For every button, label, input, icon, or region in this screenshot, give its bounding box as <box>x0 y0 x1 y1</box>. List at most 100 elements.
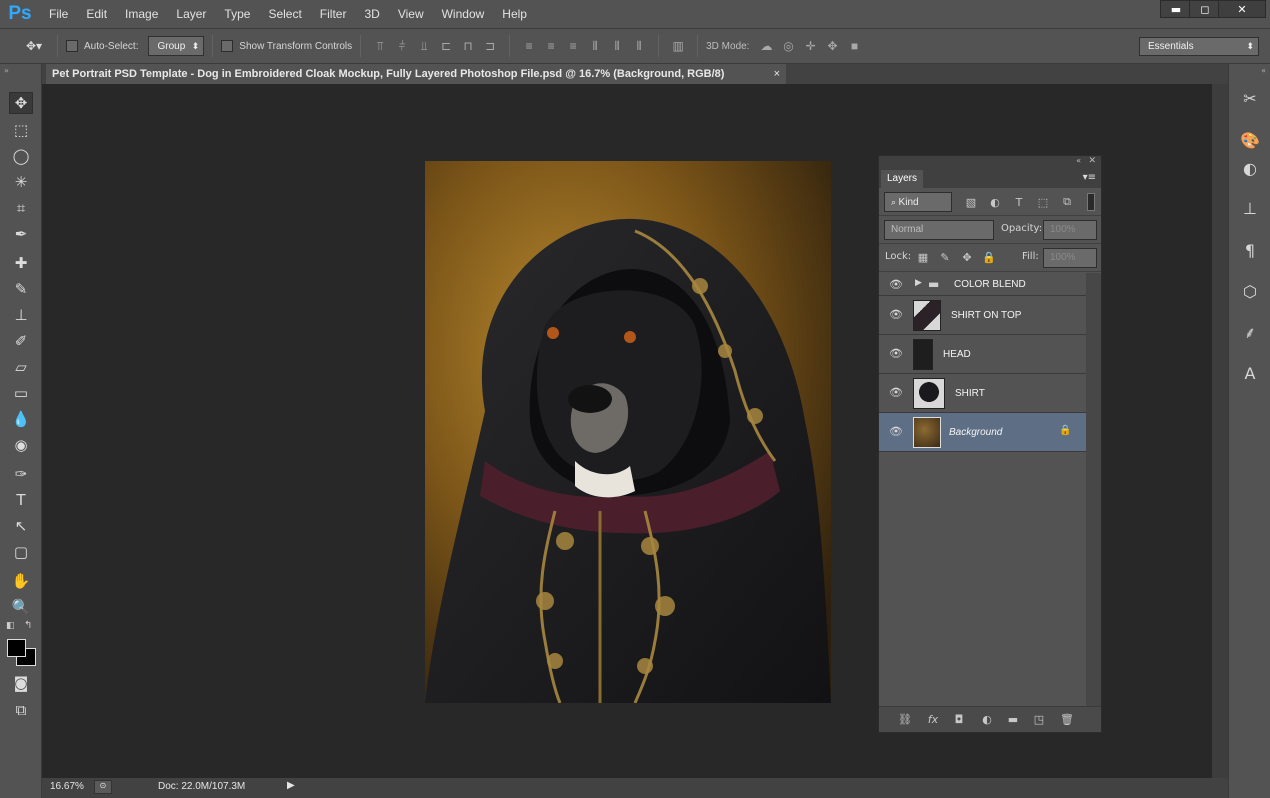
panel-menu-icon[interactable]: ▾≡ <box>1083 172 1096 183</box>
layer-row-shirt-on-top[interactable]: 👁 SHIRT ON TOP <box>879 296 1086 335</box>
history-brush-tool-icon[interactable]: ✐ <box>9 330 33 352</box>
crop-tool-icon[interactable]: ⌗ <box>9 197 33 219</box>
distribute-vcenter-icon[interactable]: ≡ <box>543 39 559 53</box>
group-expand-icon[interactable]: ▶ <box>915 278 922 288</box>
layer-row-background[interactable]: 👁 Background 🔒 <box>879 413 1086 452</box>
menu-type[interactable]: Type <box>215 0 259 28</box>
new-group-icon[interactable]: ▬ <box>1005 712 1021 726</box>
marquee-tool-icon[interactable]: ⬚ <box>9 119 33 141</box>
3d-pan-icon[interactable]: ✛ <box>802 39 818 53</box>
align-right-icon[interactable]: ⊐ <box>482 39 498 53</box>
fx-icon[interactable]: fx <box>925 712 941 726</box>
layers-scrollbar[interactable] <box>1086 273 1101 708</box>
blend-mode-dropdown[interactable]: Normal <box>884 220 994 240</box>
document-tab[interactable]: Pet Portrait PSD Template - Dog in Embro… <box>46 64 786 84</box>
new-layer-icon[interactable]: ◳ <box>1031 712 1047 726</box>
opacity-field[interactable]: 100% <box>1043 220 1097 240</box>
collapse-icon[interactable]: » <box>4 66 9 75</box>
visibility-eye-icon[interactable]: 👁 <box>889 347 903 361</box>
show-transform-checkbox[interactable] <box>221 40 234 52</box>
menu-image[interactable]: Image <box>116 0 167 28</box>
link-layers-icon[interactable]: ⛓ <box>897 712 913 726</box>
distribute-top-icon[interactable]: ≡ <box>521 39 537 53</box>
magic-wand-tool-icon[interactable]: ✳ <box>9 171 33 193</box>
clone-stamp-tool-icon[interactable]: ⊥ <box>9 304 33 326</box>
align-hcenter-icon[interactable]: ⊓ <box>460 39 476 53</box>
align-vcenter-icon[interactable]: ⫩ <box>394 39 410 53</box>
dodge-tool-icon[interactable]: ◉ <box>9 434 33 456</box>
share-icon[interactable]: ⊙ <box>94 780 112 794</box>
filter-pixel-icon[interactable]: ▧ <box>963 195 979 209</box>
3d-scale-icon[interactable]: ■ <box>846 39 862 53</box>
collapse-panel-icon[interactable]: « <box>1076 156 1081 165</box>
menu-select[interactable]: Select <box>259 0 310 28</box>
menu-filter[interactable]: Filter <box>311 0 356 28</box>
new-adjustment-icon[interactable]: ◐ <box>979 712 995 726</box>
menu-3d[interactable]: 3D <box>355 0 388 28</box>
lock-transparent-icon[interactable]: ▦ <box>915 250 931 264</box>
healing-brush-tool-icon[interactable]: ✚ <box>9 252 33 274</box>
layer-row-color-blend[interactable]: 👁 ▶ ▬ COLOR BLEND <box>879 273 1086 296</box>
gradient-tool-icon[interactable]: ▭ <box>9 382 33 404</box>
menu-window[interactable]: Window <box>433 0 494 28</box>
maximize-button[interactable]: ◻ <box>1189 0 1221 18</box>
blur-tool-icon[interactable]: 💧 <box>9 408 33 430</box>
visibility-eye-icon[interactable]: 👁 <box>889 425 903 439</box>
zoom-tool-icon[interactable]: 🔍 <box>9 596 33 618</box>
eyedropper-tool-icon[interactable]: ✒ <box>9 223 33 245</box>
clone-source-icon[interactable]: ⊥ <box>1238 196 1262 220</box>
lock-image-icon[interactable]: ✎ <box>937 250 953 264</box>
filter-kind-dropdown[interactable]: ⌕ Kind <box>884 192 952 212</box>
lasso-tool-icon[interactable]: ◯ <box>9 145 33 167</box>
filter-shape-icon[interactable]: ⬚ <box>1035 195 1051 209</box>
adjustments-icon[interactable]: ◐ <box>1238 156 1262 180</box>
menu-help[interactable]: Help <box>493 0 536 28</box>
screen-mode-icon[interactable]: ⧉ <box>9 699 33 721</box>
layer-row-shirt[interactable]: 👁 SHIRT <box>879 374 1086 413</box>
distribute-left-icon[interactable]: ⦀ <box>587 39 603 53</box>
move-tool-preset-icon[interactable]: ✥▾ <box>22 39 46 53</box>
align-top-icon[interactable]: ⫪ <box>372 39 388 53</box>
menu-file[interactable]: File <box>40 0 77 28</box>
filter-smart-object-icon[interactable]: ⧉ <box>1059 195 1075 209</box>
distribute-bottom-icon[interactable]: ≡ <box>565 39 581 53</box>
delete-layer-icon[interactable]: 🗑 <box>1059 712 1075 726</box>
character-icon[interactable]: A <box>1238 361 1262 385</box>
workspace-dropdown[interactable]: Essentials <box>1139 36 1259 56</box>
swatches-icon[interactable]: 🎨 <box>1238 128 1262 152</box>
align-bottom-icon[interactable]: ⫫ <box>416 39 432 53</box>
visibility-eye-icon[interactable]: 👁 <box>889 308 903 322</box>
auto-align-icon[interactable]: ▥ <box>670 39 686 53</box>
default-colors-icon[interactable]: ◧ <box>6 621 15 631</box>
brush-tool-icon[interactable]: ✎ <box>9 278 33 300</box>
tool-presets-icon[interactable]: ✂ <box>1238 86 1262 110</box>
layer-row-head[interactable]: 👁 HEAD <box>879 335 1086 374</box>
3d-rotate-icon[interactable]: ☁ <box>758 39 774 53</box>
filter-toggle[interactable] <box>1087 193 1095 211</box>
lock-all-icon[interactable]: 🔒 <box>981 250 997 264</box>
type-tool-icon[interactable]: T <box>9 489 33 511</box>
distribute-hcenter-icon[interactable]: ⦀ <box>609 39 625 53</box>
visibility-eye-icon[interactable]: 👁 <box>889 278 903 292</box>
menu-view[interactable]: View <box>389 0 433 28</box>
zoom-level[interactable]: 16.67% <box>50 781 84 792</box>
auto-select-checkbox[interactable] <box>66 40 78 52</box>
hand-tool-icon[interactable]: ✋ <box>9 570 33 592</box>
paragraph-icon[interactable]: ¶ <box>1238 238 1262 262</box>
foreground-color-swatch[interactable] <box>7 639 26 657</box>
move-tool-icon[interactable]: ✥ <box>9 92 33 114</box>
align-left-icon[interactable]: ⊏ <box>438 39 454 53</box>
3d-slide-icon[interactable]: ✥ <box>824 39 840 53</box>
filter-type-icon[interactable]: T <box>1011 195 1027 209</box>
close-panel-icon[interactable]: ✕ <box>1088 156 1096 166</box>
visibility-eye-icon[interactable]: 👁 <box>889 386 903 400</box>
3d-roll-icon[interactable]: ◎ <box>780 39 796 53</box>
brush-presets-icon[interactable]: ⸙ <box>1238 320 1262 344</box>
rectangle-tool-icon[interactable]: ▢ <box>9 541 33 563</box>
tab-layers[interactable]: Layers <box>881 170 923 188</box>
3d-panel-icon[interactable]: ⬡ <box>1238 279 1262 303</box>
path-selection-tool-icon[interactable]: ↖ <box>9 515 33 537</box>
expand-icon[interactable]: « <box>1261 66 1266 75</box>
vertical-scrollbar[interactable] <box>1212 84 1228 778</box>
pen-tool-icon[interactable]: ✑ <box>9 463 33 485</box>
